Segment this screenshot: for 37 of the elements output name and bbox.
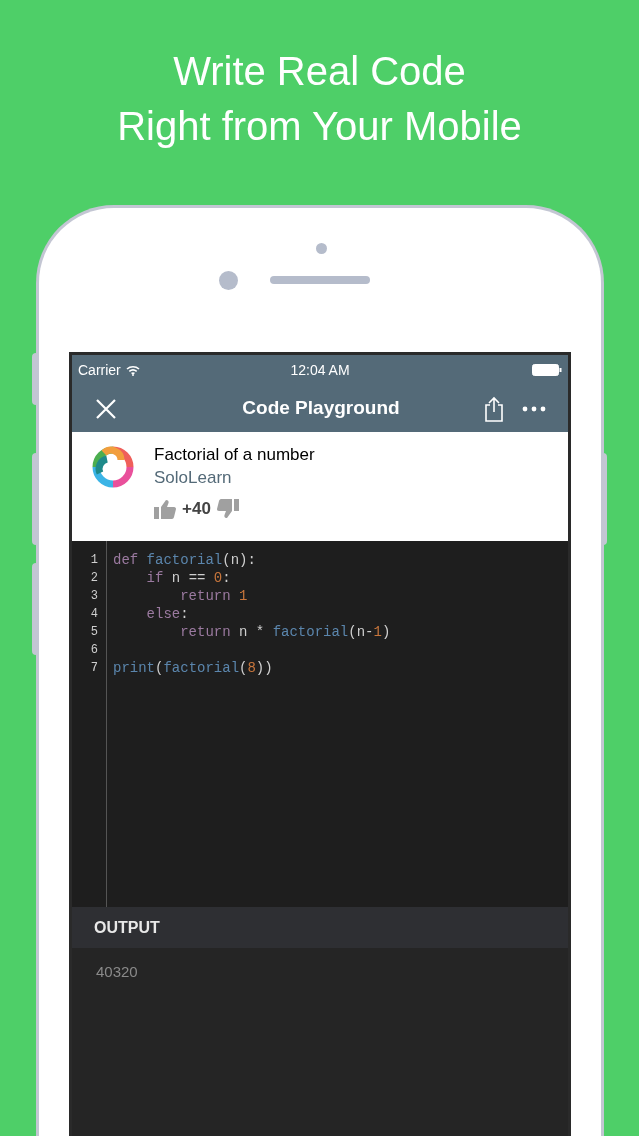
code-editor[interactable]: 1 2 3 4 5 6 7 def factorial(n): if n == 0: return 1 else: return n * factorial(n-1) print(factorial(8)): [72, 541, 568, 907]
wifi-icon: [125, 364, 140, 376]
carrier-label: Carrier: [78, 360, 121, 380]
close-icon: [95, 397, 117, 420]
close-button[interactable]: [94, 396, 118, 421]
author-link[interactable]: SoloLearn: [154, 466, 315, 490]
line-number: 3: [89, 588, 99, 605]
more-icon: [522, 405, 546, 412]
headline: Write Real Code: [173, 48, 466, 95]
vote-count: +40: [182, 498, 211, 520]
line-number: 2: [89, 570, 99, 587]
code-line: print(factorial(8)): [113, 659, 274, 677]
app-logo: [92, 446, 134, 488]
phone-sensor: [316, 243, 327, 254]
more-button[interactable]: [522, 405, 546, 412]
code-title: Factorial of a number: [154, 444, 315, 466]
line-number: 6: [89, 642, 99, 659]
line-number: 4: [89, 606, 99, 623]
code-line: else:: [145, 605, 190, 623]
code-line: if n == 0:: [145, 569, 232, 587]
share-button[interactable]: [484, 395, 504, 422]
line-number: 5: [89, 624, 99, 641]
thumbs-down-icon[interactable]: [216, 498, 239, 519]
battery-icon: [532, 364, 562, 376]
code-line: return n * factorial(n-1): [179, 623, 391, 641]
share-icon: [484, 395, 504, 422]
code-line: def factorial(n):: [113, 551, 257, 569]
screen-title: Code Playground: [242, 396, 400, 421]
code-line: return 1: [179, 587, 249, 605]
thumbs-up-icon[interactable]: [154, 498, 176, 519]
line-number: 7: [89, 660, 99, 677]
output-heading: OUTPUT: [94, 917, 160, 938]
headline: Right from Your Mobile: [117, 103, 522, 150]
phone-camera: [219, 271, 238, 290]
clock-time: 12:04 AM: [290, 360, 350, 380]
line-number: 1: [89, 552, 99, 569]
output-text: 40320: [96, 963, 138, 980]
